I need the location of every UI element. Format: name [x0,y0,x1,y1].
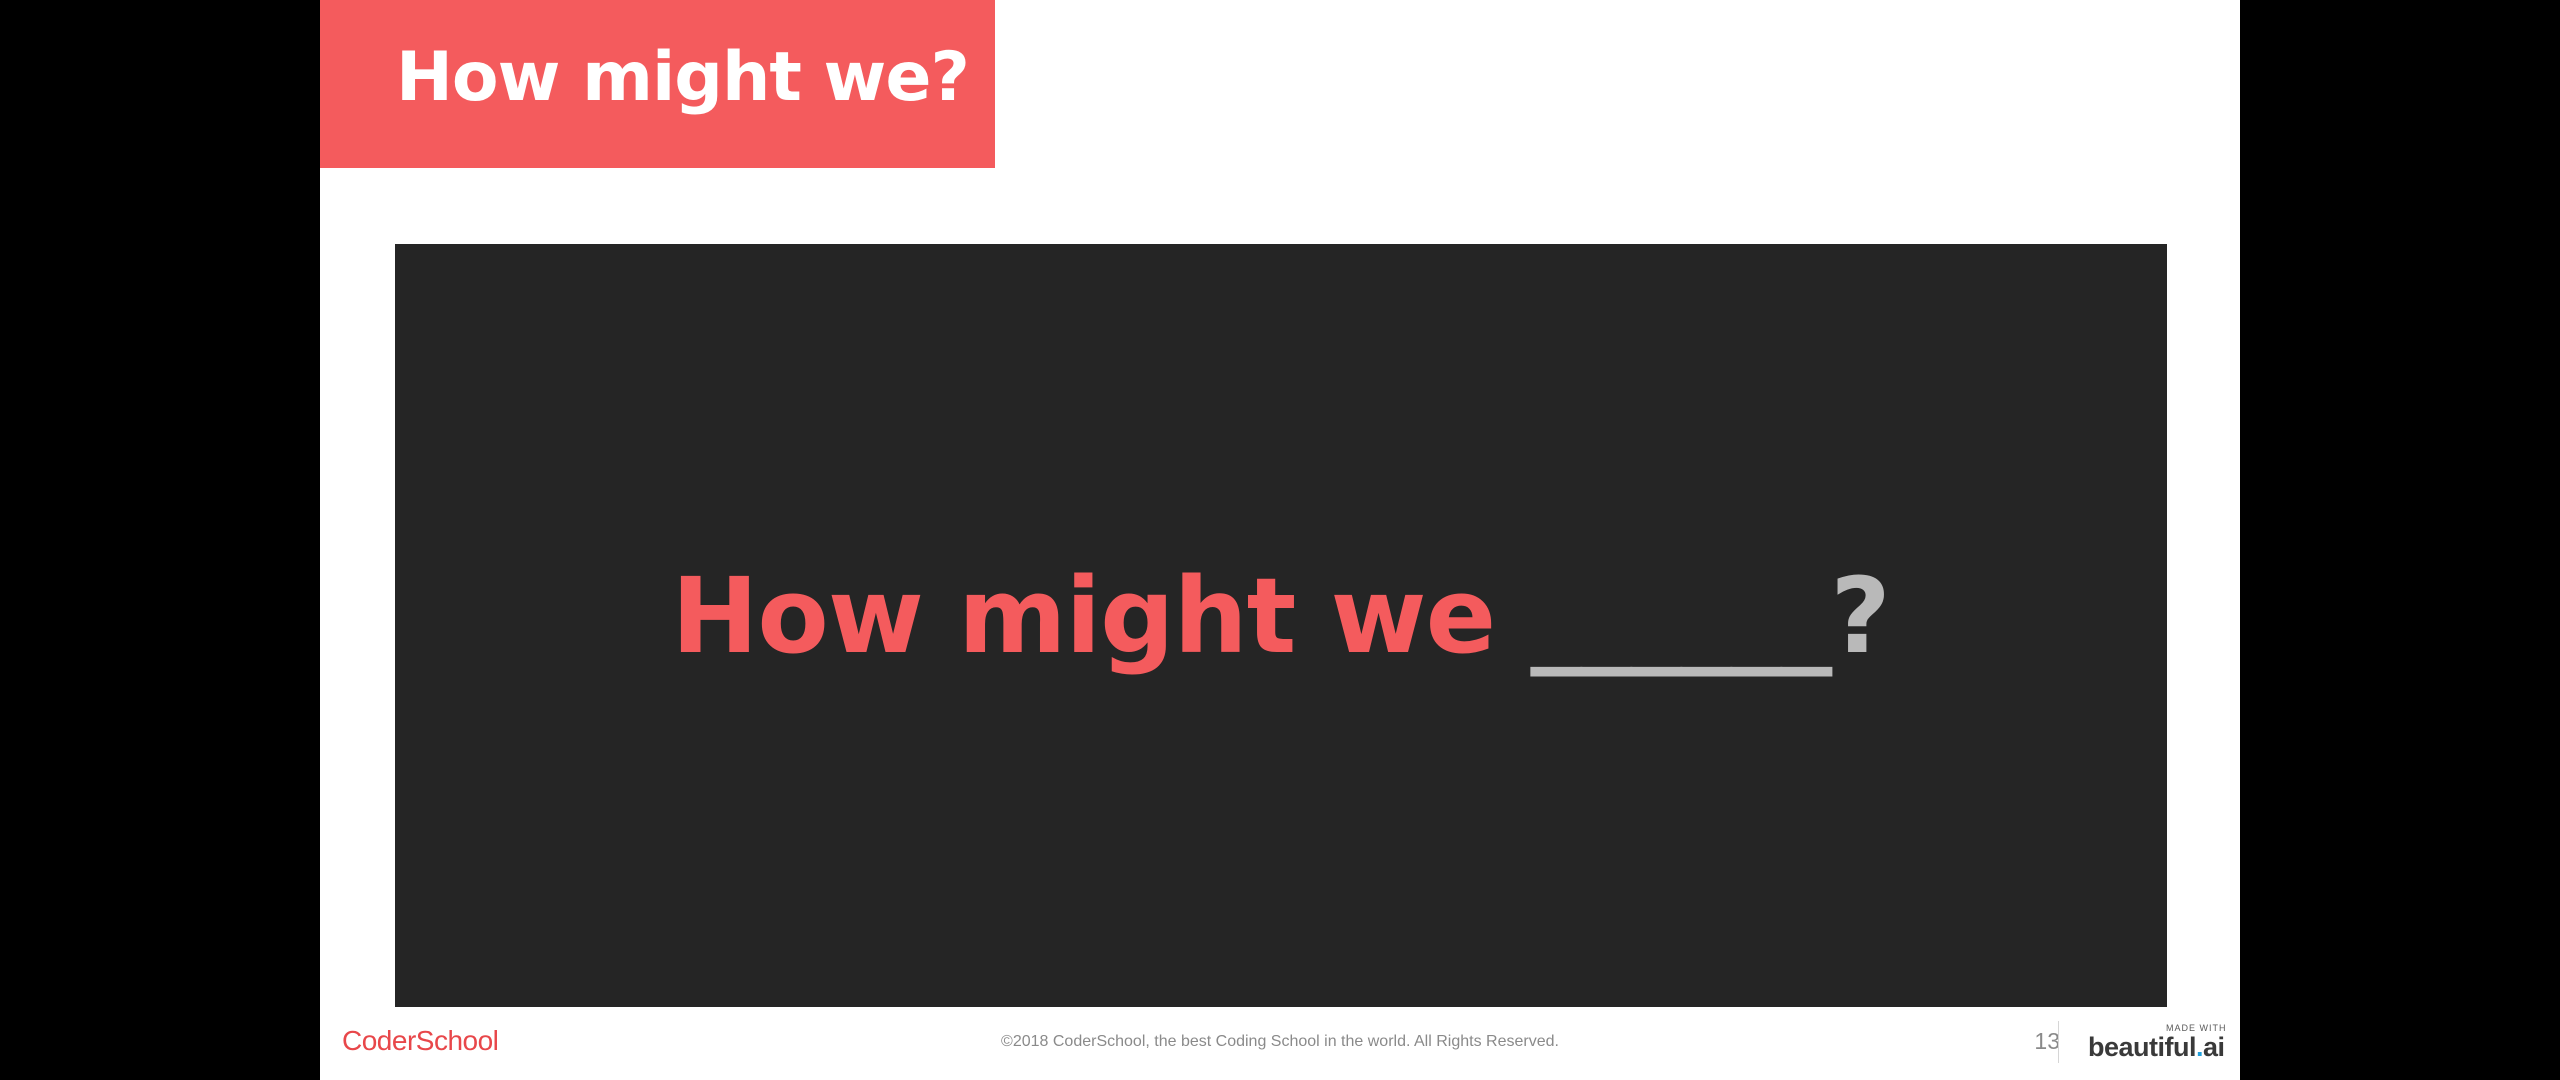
page-number: 13 [2034,1028,2060,1054]
footer-divider [2058,1021,2059,1063]
beautiful-logo-dot: . [2196,1032,2204,1062]
slide-footer: CoderSchool ©2018 CoderSchool, the best … [320,1007,2240,1080]
content-panel: How might we ______? [395,244,2167,1007]
copyright-text: ©2018 CoderSchool, the best Coding Schoo… [1001,1033,1559,1050]
headline-blank: ______ [1530,555,1832,677]
title-band: How might we? [320,0,995,168]
beautiful-logo-suffix: ai [2203,1032,2225,1062]
beautiful-ai-logo[interactable]: beautiful.ai [2088,1032,2225,1063]
beautiful-logo-name: beautiful [2088,1032,2197,1062]
slide-title: How might we? [396,38,970,117]
headline-main-text: How might we [671,555,1531,677]
headline: How might we ______? [395,564,2167,668]
presentation-slide: How might we? How might we ______? Coder… [320,0,2240,1080]
headline-question-mark: ? [1830,555,1891,677]
